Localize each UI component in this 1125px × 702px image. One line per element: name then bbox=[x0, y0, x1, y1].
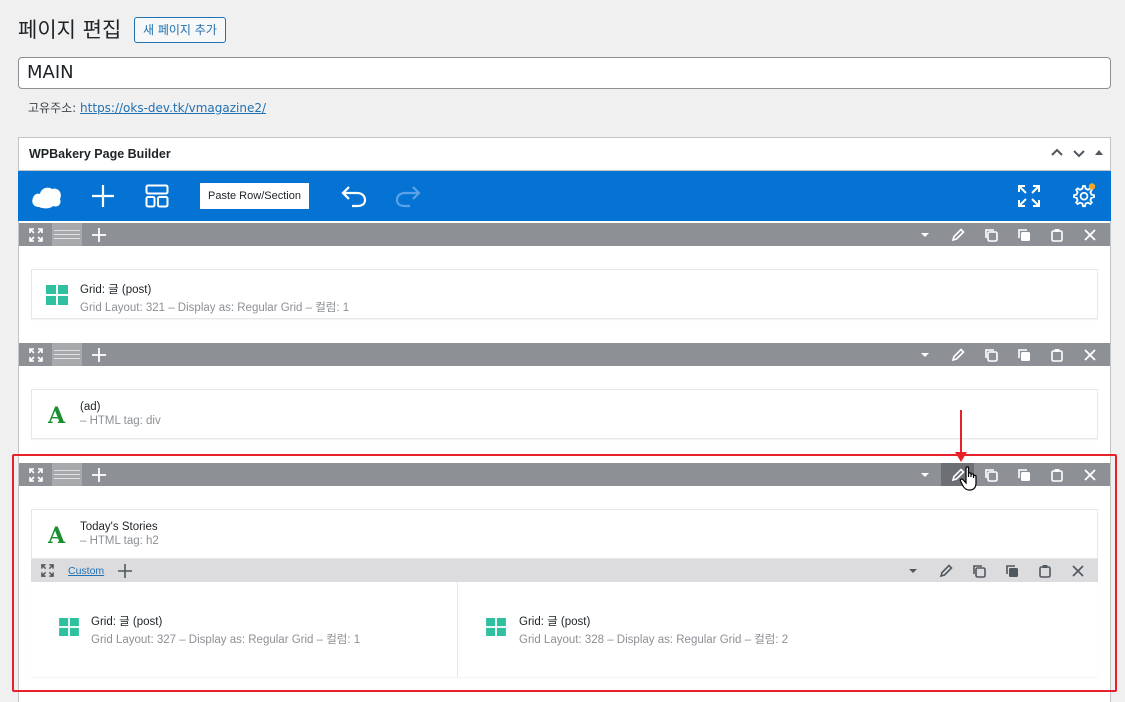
row-copy-icon[interactable] bbox=[1007, 463, 1040, 486]
svg-text:A: A bbox=[48, 523, 66, 545]
element-subtitle: Grid Layout: 328 – Display as: Regular G… bbox=[519, 634, 789, 646]
grid-icon bbox=[59, 618, 79, 636]
inner-row-add-icon[interactable] bbox=[108, 559, 141, 582]
cloud-logo-icon[interactable] bbox=[30, 181, 64, 211]
row-copy-icon[interactable] bbox=[1007, 343, 1040, 366]
row-edit-pencil-icon[interactable] bbox=[941, 343, 974, 366]
add-element-icon[interactable] bbox=[91, 184, 115, 208]
inner-row-edit-pencil-icon[interactable] bbox=[929, 559, 962, 582]
toggle-triangle-icon[interactable] bbox=[1094, 148, 1104, 158]
undo-icon[interactable] bbox=[340, 184, 368, 208]
row-delete-close-icon[interactable] bbox=[1073, 463, 1106, 486]
element-title: (ad) bbox=[80, 401, 101, 413]
chevron-up-icon[interactable] bbox=[1050, 146, 1064, 160]
element-box[interactable]: Grid: 글 (post) Grid Layout: 321 – Displa… bbox=[31, 269, 1098, 319]
panel-header: WPBakery Page Builder bbox=[19, 138, 1110, 171]
builder-navbar: Paste Row/Section bbox=[18, 171, 1111, 221]
element-box[interactable]: A (ad) – HTML tag: div bbox=[31, 389, 1098, 439]
row-controls-bar bbox=[19, 463, 1110, 486]
row-add-column-icon[interactable] bbox=[82, 463, 115, 486]
settings-gear-icon[interactable] bbox=[1071, 183, 1097, 209]
element-title: Grid: 글 (post) bbox=[91, 616, 163, 628]
inner-column-right[interactable]: Grid: 글 (post) Grid Layout: 328 – Displa… bbox=[458, 582, 1098, 677]
row-layout-handle[interactable] bbox=[52, 343, 82, 366]
row-copy-icon[interactable] bbox=[1007, 223, 1040, 246]
annotation-arrow-head bbox=[955, 452, 967, 462]
permalink: 고유주소: https://oks-dev.tk/vmagazine2/ bbox=[28, 99, 266, 116]
row-toggle-icon[interactable] bbox=[908, 463, 941, 486]
grid-icon bbox=[486, 618, 506, 636]
row-add-column-icon[interactable] bbox=[82, 223, 115, 246]
row-paste-icon[interactable] bbox=[1040, 223, 1073, 246]
templates-icon[interactable] bbox=[145, 184, 169, 208]
text-a-icon: A bbox=[48, 523, 66, 545]
element-subtitle: – HTML tag: h2 bbox=[80, 535, 159, 547]
element-subtitle: Grid Layout: 327 – Display as: Regular G… bbox=[91, 634, 361, 646]
page-title: 페이지 편집 bbox=[18, 18, 122, 42]
element-subtitle: Grid Layout: 321 – Display as: Regular G… bbox=[80, 302, 350, 314]
row-delete-close-icon[interactable] bbox=[1073, 343, 1106, 366]
row-add-column-icon[interactable] bbox=[82, 343, 115, 366]
grid-icon bbox=[46, 285, 68, 305]
row-clone-icon[interactable] bbox=[974, 223, 1007, 246]
element-subtitle: – HTML tag: div bbox=[80, 415, 161, 427]
permalink-label: 고유주소: bbox=[28, 101, 77, 115]
row-move-icon[interactable] bbox=[19, 343, 52, 366]
row-layout-handle[interactable] bbox=[52, 463, 82, 486]
row-move-icon[interactable] bbox=[19, 463, 52, 486]
inner-column-left[interactable]: Grid: 글 (post) Grid Layout: 327 – Displa… bbox=[31, 582, 458, 677]
inner-row-layout-custom[interactable]: Custom bbox=[64, 565, 108, 577]
annotation-arrow bbox=[960, 410, 962, 454]
element-title: Grid: 글 (post) bbox=[519, 616, 591, 628]
row-toggle-icon[interactable] bbox=[908, 343, 941, 366]
inner-row-copy-icon[interactable] bbox=[995, 559, 1028, 582]
hand-cursor-icon bbox=[959, 466, 977, 491]
row-paste-icon[interactable] bbox=[1040, 343, 1073, 366]
redo-icon[interactable] bbox=[394, 184, 422, 208]
inner-row-clone-icon[interactable] bbox=[962, 559, 995, 582]
fullscreen-icon[interactable] bbox=[1017, 184, 1041, 208]
inner-row-controls-bar: Custom bbox=[31, 559, 1098, 582]
add-new-page-button[interactable]: 새 페이지 추가 bbox=[134, 17, 226, 43]
panel-title: WPBakery Page Builder bbox=[29, 147, 171, 161]
row-delete-close-icon[interactable] bbox=[1073, 223, 1106, 246]
paste-row-section-button[interactable]: Paste Row/Section bbox=[200, 183, 309, 209]
chevron-down-icon[interactable] bbox=[1072, 146, 1086, 160]
wpbakery-panel: WPBakery Page Builder Paste Row/Section bbox=[18, 137, 1111, 702]
row-clone-icon[interactable] bbox=[974, 343, 1007, 366]
row-move-icon[interactable] bbox=[19, 223, 52, 246]
inner-row-paste-icon[interactable] bbox=[1028, 559, 1061, 582]
row-edit-pencil-icon[interactable] bbox=[941, 223, 974, 246]
inner-row-move-icon[interactable] bbox=[31, 559, 64, 582]
row-layout-handle[interactable] bbox=[52, 223, 82, 246]
text-a-icon: A bbox=[48, 403, 66, 425]
element-title: Today's Stories bbox=[80, 521, 158, 533]
permalink-url[interactable]: https://oks-dev.tk/vmagazine2/ bbox=[80, 101, 266, 115]
inner-row-toggle-icon[interactable] bbox=[896, 559, 929, 582]
row-controls-bar bbox=[19, 223, 1110, 246]
element-box[interactable]: A Today's Stories – HTML tag: h2 bbox=[31, 509, 1098, 559]
row-paste-icon[interactable] bbox=[1040, 463, 1073, 486]
row-controls-bar bbox=[19, 343, 1110, 366]
row-toggle-icon[interactable] bbox=[908, 223, 941, 246]
row-content: A Today's Stories – HTML tag: h2 Custom bbox=[31, 509, 1098, 677]
svg-text:A: A bbox=[48, 403, 66, 425]
panel-controls bbox=[1050, 146, 1104, 160]
element-title: Grid: 글 (post) bbox=[80, 284, 152, 296]
post-title-input[interactable]: MAIN bbox=[18, 57, 1111, 89]
inner-row-delete-close-icon[interactable] bbox=[1061, 559, 1094, 582]
